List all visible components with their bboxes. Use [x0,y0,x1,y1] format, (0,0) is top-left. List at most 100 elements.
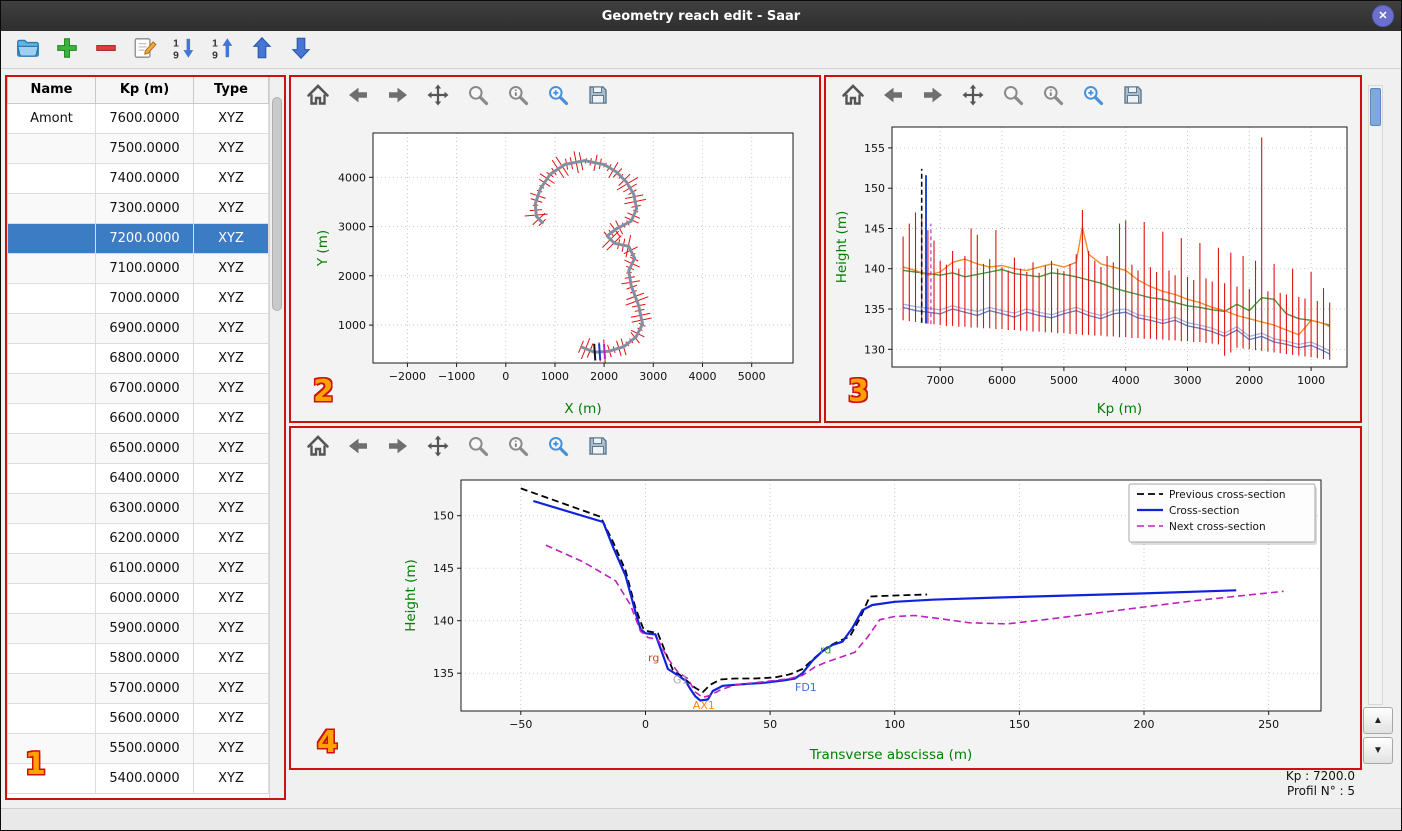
cell-kp[interactable]: 7400.0000 [95,162,194,194]
plot-zoom-region-button[interactable] [1080,83,1106,109]
cell-name[interactable] [7,702,96,734]
cell-name[interactable]: Amont [7,102,96,134]
cell-name[interactable] [7,522,96,554]
cell-kp[interactable]: 7200.0000 [95,222,194,254]
cell-kp[interactable]: 5500.0000 [95,732,194,764]
cell-name[interactable] [7,282,96,314]
cell-kp[interactable]: 7600.0000 [95,102,194,134]
table-row[interactable]: 6300.0000 XYZ [7,492,269,524]
cell-type[interactable]: XYZ [193,252,269,284]
cell-name[interactable] [7,552,96,584]
cell-kp[interactable]: 6700.0000 [95,372,194,404]
cell-type[interactable]: XYZ [193,552,269,584]
table-row[interactable]: 7000.0000 XYZ [7,282,269,314]
cell-type[interactable]: XYZ [193,732,269,764]
table-row[interactable]: 6600.0000 XYZ [7,402,269,434]
table-row[interactable]: 6400.0000 XYZ [7,462,269,494]
cell-name[interactable] [7,372,96,404]
plot-save-button[interactable] [585,83,611,109]
plot-forward-button[interactable] [920,83,946,109]
plot-back-button[interactable] [345,434,371,460]
plot-home-button[interactable] [305,434,331,460]
cell-kp[interactable]: 7000.0000 [95,282,194,314]
cell-type[interactable]: XYZ [193,102,269,134]
cell-kp[interactable]: 6300.0000 [95,492,194,524]
table-row[interactable]: 6200.0000 XYZ [7,522,269,554]
plot-forward-button[interactable] [385,434,411,460]
cell-type[interactable]: XYZ [193,522,269,554]
plot-forward-button[interactable] [385,83,411,109]
column-header-type[interactable]: Type [193,77,269,104]
cell-type[interactable]: XYZ [193,762,269,794]
cell-name[interactable] [7,402,96,434]
cell-kp[interactable]: 7500.0000 [95,132,194,164]
right-scrollbar[interactable] [1368,85,1383,705]
move-down-button[interactable] [286,35,316,65]
table-row[interactable]: 6900.0000 XYZ [7,312,269,344]
column-header-kp[interactable]: Kp (m) [95,77,194,104]
sort-ascending-button[interactable]: 19 [169,35,199,65]
cell-type[interactable]: XYZ [193,492,269,524]
table-row[interactable]: 5900.0000 XYZ [7,612,269,644]
cell-type[interactable]: XYZ [193,192,269,224]
cell-type[interactable]: XYZ [193,162,269,194]
plot-zoom-button[interactable] [465,434,491,460]
cell-type[interactable]: XYZ [193,642,269,674]
cell-kp[interactable]: 5700.0000 [95,672,194,704]
next-profile-button[interactable]: ▼ [1363,737,1393,764]
cell-kp[interactable]: 6000.0000 [95,582,194,614]
cell-kp[interactable]: 6100.0000 [95,552,194,584]
cell-name[interactable] [7,582,96,614]
plot-zoom-button[interactable] [1000,83,1026,109]
cell-kp[interactable]: 7300.0000 [95,192,194,224]
cell-type[interactable]: XYZ [193,702,269,734]
plot-save-button[interactable] [1120,83,1146,109]
plot-pan-button[interactable] [425,83,451,109]
plot-home-button[interactable] [305,83,331,109]
plot-pan-button[interactable] [425,434,451,460]
cell-type[interactable]: XYZ [193,312,269,344]
cell-name[interactable] [7,462,96,494]
cross-section-chart[interactable]: rg rd AX1 FD1 G1 −50 0 50 100 150 200 250 135 140 145 1… [291,466,1360,768]
plot-back-button[interactable] [345,83,371,109]
cell-name[interactable] [7,342,96,374]
table-row[interactable]: 5600.0000 XYZ [7,702,269,734]
cell-type[interactable]: XYZ [193,372,269,404]
cell-type[interactable]: XYZ [193,402,269,434]
add-row-button[interactable] [52,35,82,65]
cell-kp[interactable]: 5800.0000 [95,642,194,674]
remove-row-button[interactable] [91,35,121,65]
longitudinal-profile-chart[interactable]: 7000 6000 5000 4000 3000 2000 1000 130 135 140 145… [826,115,1360,421]
cell-name[interactable] [7,312,96,344]
cell-kp[interactable]: 6800.0000 [95,342,194,374]
table-row[interactable]: 6000.0000 XYZ [7,582,269,614]
close-button[interactable]: ✕ [1372,5,1394,27]
cell-name[interactable] [7,732,96,764]
cell-name[interactable] [7,432,96,464]
table-row[interactable]: 5800.0000 XYZ [7,642,269,674]
cell-type[interactable]: XYZ [193,222,269,254]
table-row[interactable]: 7300.0000 XYZ [7,192,269,224]
cell-type[interactable]: XYZ [193,132,269,164]
sort-descending-button[interactable]: 19 [208,35,238,65]
cell-type[interactable]: XYZ [193,462,269,494]
cell-name[interactable] [7,642,96,674]
right-scrollbar-thumb[interactable] [1370,88,1381,126]
table-row[interactable]: 7200.0000 XYZ [7,222,269,254]
cell-name[interactable] [7,672,96,704]
previous-profile-button[interactable]: ▲ [1363,707,1393,734]
table-row[interactable]: 6100.0000 XYZ [7,552,269,584]
move-up-button[interactable] [247,35,277,65]
cell-type[interactable]: XYZ [193,282,269,314]
cell-name[interactable] [7,222,96,254]
table-row[interactable]: 6500.0000 XYZ [7,432,269,464]
cell-name[interactable] [7,132,96,164]
cell-kp[interactable]: 6500.0000 [95,432,194,464]
table-scrollbar[interactable] [269,77,284,798]
plot-zoom-region-button[interactable] [545,434,571,460]
cell-name[interactable] [7,492,96,524]
cell-name[interactable] [7,252,96,284]
cell-kp[interactable]: 7100.0000 [95,252,194,284]
cell-name[interactable] [7,162,96,194]
plot-home-button[interactable] [840,83,866,109]
